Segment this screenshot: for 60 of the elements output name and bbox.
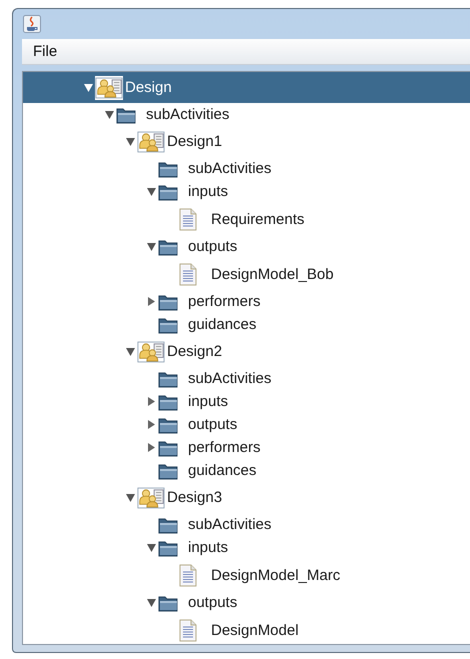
folder-icon [158, 238, 179, 256]
tree-node-label[interactable]: performers [186, 438, 263, 457]
tree-node-label[interactable]: Design [123, 78, 174, 97]
folder-icon [158, 538, 179, 556]
tree-node-label[interactable]: subActivities [186, 159, 274, 178]
people-document-icon [95, 76, 123, 100]
tree-node-label[interactable]: DesignModel_Marc [209, 566, 342, 584]
tree-node-label[interactable]: guidances [186, 315, 258, 334]
folder-icon [158, 392, 179, 410]
collapse-toggle[interactable] [104, 110, 114, 118]
tree-node-label[interactable]: Design1 [165, 132, 224, 151]
tree-node-label[interactable]: outputs [186, 237, 240, 256]
folder-icon [158, 160, 179, 178]
document-icon [179, 564, 197, 586]
collapse-toggle[interactable] [126, 348, 134, 356]
collapse-toggle[interactable] [126, 494, 134, 502]
tree-node-label[interactable]: outputs [186, 593, 240, 612]
document-icon [179, 618, 197, 642]
tree-node-label[interactable]: Design3 [165, 488, 224, 507]
folder-icon [116, 106, 137, 124]
expand-toggle[interactable] [148, 443, 154, 452]
expand-toggle[interactable] [148, 420, 154, 429]
tree-node-label[interactable]: subActivities [186, 369, 274, 388]
people-document-icon [137, 130, 165, 154]
folder-icon [158, 594, 179, 612]
folder-icon [158, 292, 179, 310]
folder-icon [158, 462, 179, 480]
collapse-toggle[interactable] [146, 598, 156, 606]
tree-node-label[interactable]: subActivities [186, 515, 274, 534]
people-document-icon [137, 486, 165, 510]
document-icon [179, 208, 197, 230]
collapse-toggle[interactable] [146, 188, 156, 196]
tree-node-label[interactable]: outputs [186, 415, 240, 434]
folder-icon [158, 516, 179, 534]
tree-node-label[interactable]: performers [186, 292, 263, 311]
folder-icon [158, 438, 179, 456]
tree-node-label[interactable]: Requirements [209, 210, 306, 228]
people-document-icon [137, 340, 165, 364]
coffee-cup-icon [23, 15, 41, 33]
tree-node-label[interactable]: DesignModel [209, 620, 301, 640]
collapse-toggle[interactable] [146, 242, 156, 250]
folder-icon [158, 316, 179, 334]
tree-node-label[interactable]: DesignModel_Bob [209, 264, 336, 284]
tree-node-label[interactable]: Design2 [165, 342, 224, 361]
tree-node-label[interactable]: inputs [186, 538, 230, 557]
expand-toggle[interactable] [148, 297, 154, 306]
collapse-toggle[interactable] [126, 138, 134, 146]
folder-icon [158, 182, 179, 200]
tree-node-label[interactable]: inputs [186, 392, 230, 411]
menu-item[interactable]: File [28, 41, 62, 62]
tree-node-label[interactable]: inputs [186, 182, 230, 201]
tree-node-label[interactable]: guidances [186, 461, 258, 480]
expand-toggle[interactable] [148, 397, 154, 406]
document-icon [179, 262, 197, 286]
folder-icon [158, 370, 179, 388]
tree-node-label[interactable]: subActivities [144, 105, 232, 124]
collapse-toggle[interactable] [146, 544, 156, 552]
folder-icon [158, 416, 179, 434]
collapse-toggle[interactable] [84, 84, 92, 92]
selected-row-highlight[interactable]: Design [23, 72, 470, 103]
